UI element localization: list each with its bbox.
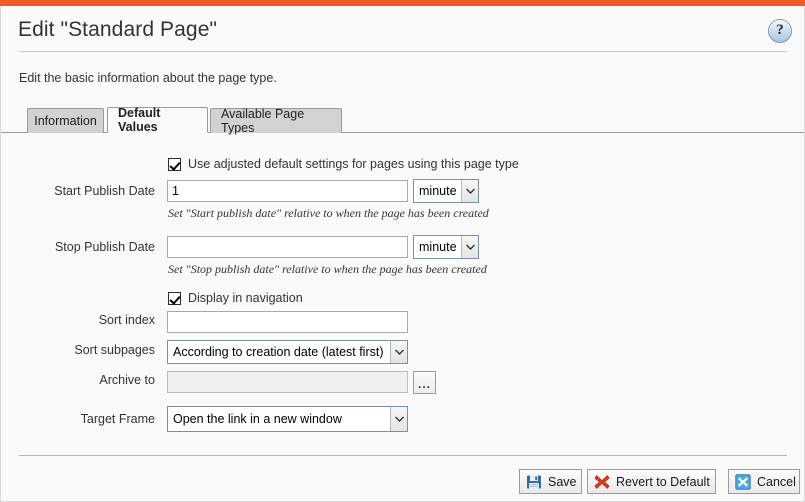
footer-divider [19, 455, 787, 456]
archive-to-browse-button[interactable]: ... [413, 371, 436, 394]
tab-strip: Information Default Values Available Pag… [1, 106, 804, 135]
start-publish-date-label: Start Publish Date [54, 184, 155, 198]
start-publish-unit-value: minute [419, 184, 457, 198]
target-frame-select[interactable]: Open the link in a new window [167, 406, 408, 432]
use-adjusted-defaults-label: Use adjusted default settings for pages … [188, 157, 519, 171]
save-button-label: Save [548, 474, 577, 489]
stop-publish-unit-select[interactable]: minute [413, 235, 479, 259]
sort-index-input[interactable] [167, 311, 408, 333]
cancel-button[interactable]: Cancel [728, 469, 800, 494]
sort-subpages-label: Sort subpages [74, 343, 155, 357]
start-publish-unit-select[interactable]: minute [413, 179, 479, 203]
page-root: ? Edit "Standard Page" Edit the basic in… [0, 0, 805, 502]
blue-x-cancel-icon [735, 473, 751, 490]
sort-subpages-value: According to creation date (latest first… [173, 345, 384, 359]
display-in-navigation-label: Display in navigation [188, 291, 303, 305]
sort-subpages-select[interactable]: According to creation date (latest first… [167, 340, 408, 364]
archive-to-input [167, 371, 408, 393]
floppy-disk-save-icon [526, 474, 542, 490]
target-frame-label: Target Frame [80, 412, 155, 426]
revert-to-default-button[interactable]: Revert to Default [587, 469, 716, 494]
tab-information[interactable]: Information [27, 108, 104, 133]
sort-index-label: Sort index [98, 313, 155, 327]
start-publish-date-hint: Set "Start publish date" relative to whe… [168, 206, 489, 220]
tab-available-page-types[interactable]: Available Page Types [210, 107, 342, 135]
use-adjusted-defaults-row: Use adjusted default settings for pages … [168, 157, 519, 171]
save-button[interactable]: Save [519, 469, 582, 494]
tab-label: Available Page Types [221, 107, 305, 135]
intro-text: Edit the basic information about the pag… [19, 71, 277, 85]
stop-publish-unit-value: minute [419, 240, 457, 254]
tab-default-values[interactable]: Default Values [107, 106, 208, 134]
help-icon-glyph: ? [776, 22, 784, 38]
archive-to-label: Archive to [99, 373, 155, 387]
tab-label: Default Values [118, 106, 161, 134]
stop-publish-date-label: Stop Publish Date [54, 240, 155, 254]
chevron-down-icon [390, 407, 407, 431]
red-x-revert-icon [594, 474, 610, 490]
stop-publish-date-hint: Set "Stop publish date" relative to when… [168, 262, 487, 276]
chevron-down-icon [461, 180, 478, 202]
chevron-down-icon [390, 341, 407, 363]
browse-button-label: ... [417, 377, 431, 391]
target-frame-value: Open the link in a new window [173, 412, 342, 426]
use-adjusted-defaults-checkbox[interactable] [168, 157, 181, 171]
page-title: Edit "Standard Page" [18, 18, 218, 41]
stop-publish-date-input[interactable] [167, 236, 408, 258]
start-publish-date-input[interactable] [167, 180, 408, 202]
chevron-down-icon [461, 236, 478, 258]
display-in-navigation-checkbox[interactable] [168, 291, 181, 305]
cancel-button-label: Cancel [757, 474, 796, 489]
header-divider [19, 51, 787, 52]
help-icon[interactable]: ? [768, 19, 792, 43]
tab-label: Information [34, 114, 97, 128]
display-in-navigation-row: Display in navigation [168, 291, 303, 305]
accent-top-bar [0, 0, 805, 6]
revert-to-default-button-label: Revert to Default [616, 474, 710, 489]
